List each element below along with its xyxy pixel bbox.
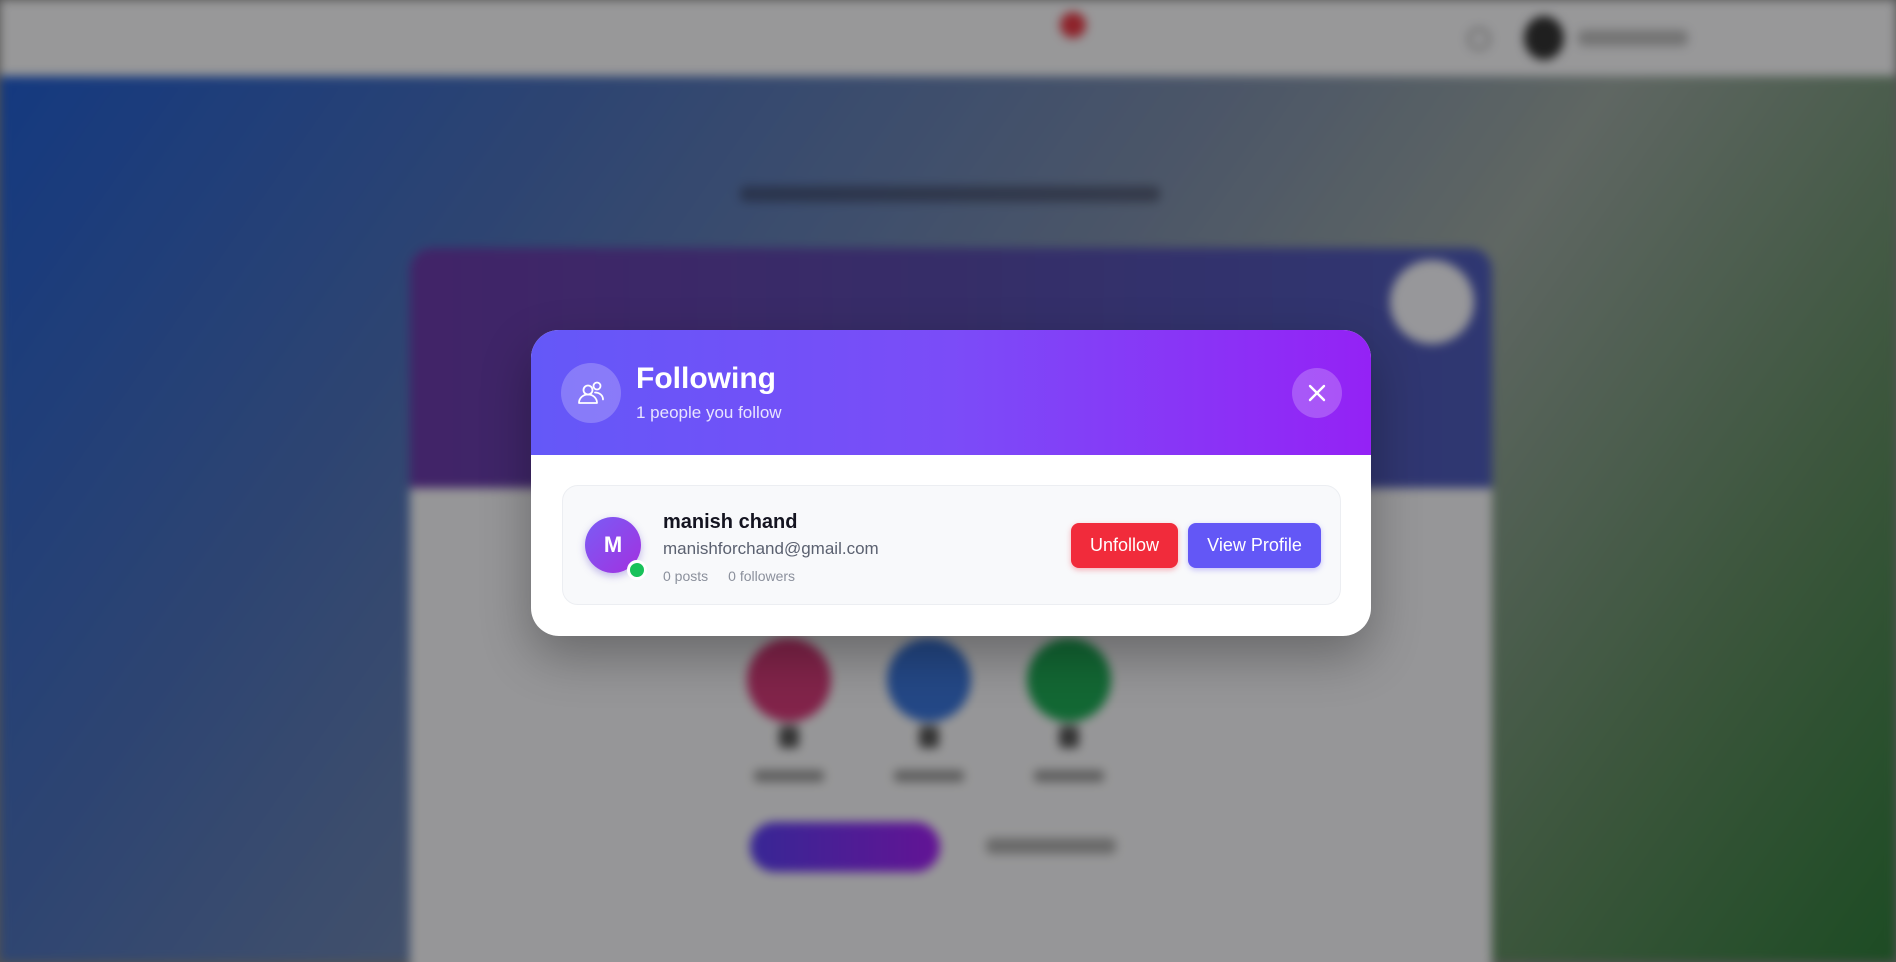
modal-subtitle: 1 people you follow [636,403,782,422]
user-name[interactable]: manish chand [663,511,797,534]
close-button[interactable] [1292,368,1342,418]
modal-title: Following [636,362,776,395]
users-icon [561,363,621,423]
online-status-indicator [627,560,647,580]
user-email: manishforchand@gmail.com [663,539,879,558]
view-profile-button[interactable]: View Profile [1188,523,1321,568]
close-icon [1308,384,1326,402]
user-stats: 0 posts 0 followers [663,568,795,584]
unfollow-button[interactable]: Unfollow [1071,523,1178,568]
user-posts-count: 0 posts [663,568,709,584]
following-modal: Following 1 people you follow M manish c… [531,330,1371,636]
following-list-item: M manish chand manishforchand@gmail.com … [562,485,1341,605]
user-followers-count: 0 followers [728,568,796,584]
modal-header: Following 1 people you follow [531,330,1371,455]
